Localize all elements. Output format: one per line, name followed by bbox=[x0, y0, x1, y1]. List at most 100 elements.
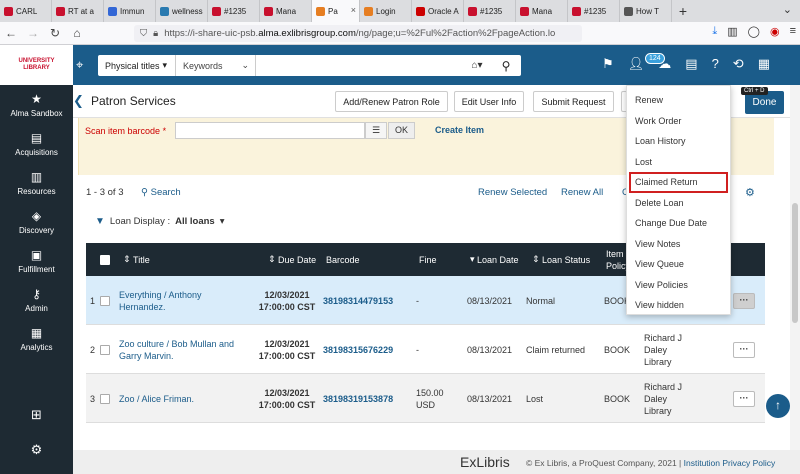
menu-item-view-policies[interactable]: View Policies bbox=[627, 275, 730, 296]
sidebar-item-discovery[interactable]: ◈ Discovery bbox=[0, 202, 73, 241]
scrollbar-thumb[interactable] bbox=[792, 203, 798, 323]
url-bar[interactable]: ⛉ 🔒︎ https://i-share-uic-psb.alma.exlibr… bbox=[134, 25, 582, 42]
sidebar-item-resources[interactable]: ▥ Resources bbox=[0, 163, 73, 202]
sidebar-item-analytics[interactable]: ▦ Analytics bbox=[0, 319, 73, 358]
loan-display-filter[interactable]: ▼ Loan Display : All loans ▾ bbox=[95, 216, 224, 227]
row-checkbox[interactable] bbox=[100, 276, 110, 325]
back-arrow-icon[interactable]: ❮ bbox=[73, 93, 87, 109]
pocket-icon[interactable]: ◉ bbox=[770, 25, 780, 38]
search-input[interactable] bbox=[256, 55, 463, 76]
barcode-link[interactable]: 38198315676229 bbox=[323, 325, 393, 374]
title-link[interactable]: Zoo culture / Bob Mullan and Garry Marvi… bbox=[119, 325, 249, 374]
col-due-date[interactable]: ⇕ Due Date bbox=[268, 243, 316, 276]
settings-gear-icon[interactable]: ⚙ bbox=[0, 442, 73, 458]
search-link[interactable]: ⚲ Search bbox=[141, 187, 181, 198]
privacy-policy-link[interactable]: Institution Privacy Policy bbox=[684, 458, 776, 468]
clipboard-icon[interactable]: ▤ bbox=[685, 56, 697, 72]
row-checkbox[interactable] bbox=[100, 325, 110, 374]
help-icon[interactable]: ? bbox=[712, 56, 719, 72]
add-renew-patron-role-button[interactable]: Add/Renew Patron Role bbox=[335, 91, 448, 112]
browser-tab[interactable]: Oracle Ana bbox=[412, 0, 464, 22]
search-icon: ⚲ bbox=[141, 187, 148, 198]
home-scope-icon[interactable]: ⌂▾ bbox=[463, 60, 491, 71]
menu-item-renew[interactable]: Renew bbox=[627, 90, 730, 111]
back-icon[interactable]: ← bbox=[0, 26, 22, 40]
tab-list-icon[interactable]: ⌄ bbox=[783, 3, 792, 16]
vertical-scrollbar[interactable] bbox=[790, 85, 800, 450]
browser-tab[interactable]: CARL bbox=[0, 0, 52, 22]
browser-tab[interactable]: Mana bbox=[516, 0, 568, 22]
location-pin-icon[interactable]: ⚑ bbox=[602, 56, 614, 72]
browser-tab[interactable]: How T bbox=[620, 0, 672, 22]
scroll-to-top-button[interactable]: ↑ bbox=[766, 394, 790, 418]
reload-icon[interactable]: ↻ bbox=[44, 26, 66, 40]
forward-icon[interactable]: → bbox=[22, 26, 44, 40]
close-icon[interactable]: × bbox=[351, 5, 356, 15]
browser-tab[interactable]: Pa × bbox=[312, 0, 360, 22]
menu-item-view-hidden[interactable]: View hidden bbox=[627, 295, 730, 316]
table-row[interactable]: 2 Zoo culture / Bob Mullan and Garry Marv… bbox=[86, 325, 765, 374]
barcode-link[interactable]: 38198319153878 bbox=[323, 374, 393, 423]
menu-item-work-order[interactable]: Work Order bbox=[627, 111, 730, 132]
col-title[interactable]: ⇕ Title bbox=[123, 243, 150, 276]
menu-item-claimed-return[interactable]: Claimed Return bbox=[629, 172, 728, 193]
select-all-checkbox[interactable] bbox=[100, 243, 110, 276]
menu-item-view-notes[interactable]: View Notes bbox=[627, 234, 730, 255]
menu-item-lost[interactable]: Lost bbox=[627, 152, 730, 173]
table-row[interactable]: 3 Zoo / Alice Friman. 12/03/2021 17:00:00 … bbox=[86, 374, 765, 423]
user-icon[interactable]: 👤︎ bbox=[628, 56, 645, 72]
new-tab-icon[interactable]: + bbox=[672, 0, 694, 22]
row-actions-button[interactable]: ··· bbox=[733, 276, 755, 325]
sidebar-item-alma-sandbox[interactable]: ★ Alma Sandbox bbox=[0, 85, 73, 124]
sidebar-item-fulfillment[interactable]: ▣ Fulfillment bbox=[0, 241, 73, 280]
col-loan-date[interactable]: ▾ Loan Date bbox=[470, 243, 519, 276]
browser-tab[interactable]: #1235 bbox=[568, 0, 620, 22]
browser-tab[interactable]: Mana bbox=[260, 0, 312, 22]
history-icon[interactable]: ⟲ bbox=[733, 56, 744, 72]
renew-selected-link[interactable]: Renew Selected bbox=[478, 187, 547, 198]
edit-user-info-button[interactable]: Edit User Info bbox=[454, 91, 524, 112]
title-link[interactable]: Everything / Anthony Hernandez. bbox=[119, 276, 249, 325]
browser-tab[interactable]: Immun bbox=[104, 0, 156, 22]
row-actions-button[interactable]: ··· bbox=[733, 325, 755, 374]
tab-favicon bbox=[212, 6, 221, 16]
home-icon[interactable]: ⌂ bbox=[66, 26, 88, 40]
search-field-dropdown[interactable]: Keywords ⌄ bbox=[176, 55, 256, 76]
col-barcode[interactable]: Barcode bbox=[326, 243, 360, 276]
university-library-logo[interactable]: UNIVERSITY LIBRARY bbox=[0, 45, 73, 85]
sidebar-item-admin[interactable]: ⚷ Admin bbox=[0, 280, 73, 319]
persistent-menu-icon[interactable]: ⌖ bbox=[76, 57, 83, 73]
sync-icon[interactable]: ◯ bbox=[748, 25, 760, 38]
row-actions-button[interactable]: ··· bbox=[733, 374, 755, 423]
col-loan-status[interactable]: ⇕ Loan Status bbox=[532, 243, 590, 276]
library-icon[interactable]: ▥ bbox=[727, 25, 737, 38]
browser-tab[interactable]: Login bbox=[360, 0, 412, 22]
row-checkbox[interactable] bbox=[100, 374, 110, 423]
menu-item-view-queue[interactable]: View Queue bbox=[627, 254, 730, 275]
apps-icon[interactable]: ▦ bbox=[758, 56, 770, 72]
renew-all-link[interactable]: Renew All bbox=[561, 187, 603, 198]
list-icon[interactable]: ☰ bbox=[365, 122, 387, 139]
submit-request-button[interactable]: Submit Request bbox=[533, 91, 614, 112]
browser-tab[interactable]: wellness-g bbox=[156, 0, 208, 22]
search-icon[interactable]: ⚲ bbox=[491, 59, 521, 73]
title-link[interactable]: Zoo / Alice Friman. bbox=[119, 374, 249, 423]
browser-tab[interactable]: #1235 bbox=[464, 0, 516, 22]
download-icon[interactable]: ⤓ bbox=[712, 25, 717, 38]
create-item-link[interactable]: Create Item bbox=[435, 125, 484, 135]
sidebar-item-acquisitions[interactable]: ▤ Acquisitions bbox=[0, 124, 73, 163]
table-settings-gear-icon[interactable]: ⚙ bbox=[745, 186, 755, 199]
browser-tab[interactable]: #1235 bbox=[208, 0, 260, 22]
ok-button[interactable]: OK bbox=[388, 122, 415, 139]
barcode-link[interactable]: 38198314479153 bbox=[323, 276, 393, 325]
col-fine[interactable]: Fine bbox=[419, 243, 437, 276]
tasks-icon[interactable]: ☁ bbox=[658, 56, 671, 72]
menu-item-loan-history[interactable]: Loan History bbox=[627, 131, 730, 152]
search-type-dropdown[interactable]: Physical titles ▾ bbox=[98, 55, 176, 76]
menu-icon[interactable]: ≡ bbox=[790, 25, 796, 38]
scan-barcode-input[interactable] bbox=[175, 122, 365, 139]
menu-item-change-due-date[interactable]: Change Due Date bbox=[627, 213, 730, 234]
browser-tab[interactable]: RT at a bbox=[52, 0, 104, 22]
widget-icon[interactable]: ⊞ bbox=[0, 407, 73, 423]
menu-item-delete-loan[interactable]: Delete Loan bbox=[627, 193, 730, 214]
